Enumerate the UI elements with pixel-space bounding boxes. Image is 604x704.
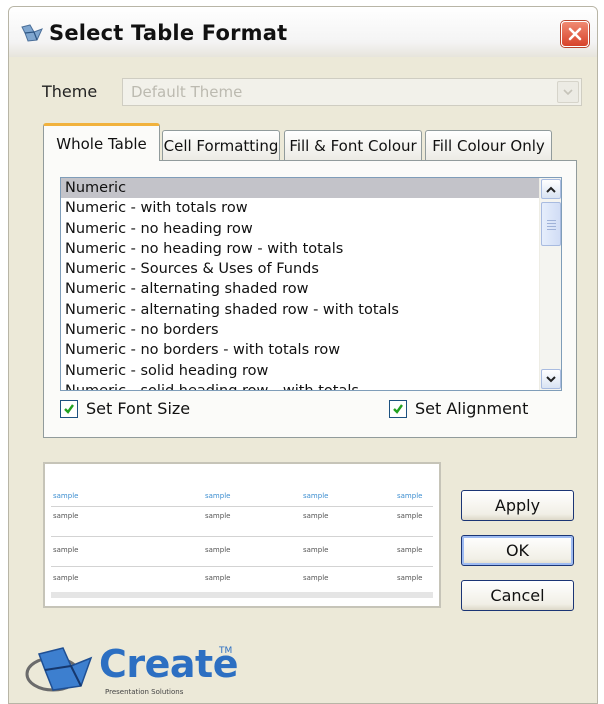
ok-button[interactable]: OK [461,535,574,566]
list-item[interactable]: Numeric - solid heading row [61,361,539,381]
set-alignment-label: Set Alignment [415,399,529,418]
preview-cell: sample [397,546,423,554]
preview-cell: sample [205,574,231,582]
scroll-down-icon[interactable] [541,369,561,389]
format-listbox[interactable]: Numeric Numeric - with totals row Numeri… [60,177,562,391]
tab-panel-whole-table: Numeric Numeric - with totals row Numeri… [43,160,577,438]
dropdown-arrow-icon[interactable] [557,81,579,103]
theme-label: Theme [42,82,98,101]
checkmark-icon [393,403,403,414]
preview-cell: sample [303,574,329,582]
create-logo: Create TM Presentation Solutions [23,640,243,700]
dialog-window: Select Table Format Theme Default Theme … [8,6,598,704]
list-item[interactable]: Numeric - no heading row [61,219,539,239]
set-alignment-option[interactable]: Set Alignment [389,399,528,418]
theme-dropdown[interactable]: Default Theme [122,78,582,106]
cancel-button[interactable]: Cancel [461,580,574,611]
preview-row: sample sample sample sample [45,544,439,558]
preview-header-cell: sample [205,492,231,500]
title-bar[interactable]: Select Table Format [9,7,597,57]
preview-cell: sample [53,546,79,554]
list-item[interactable]: Numeric - no borders [61,320,539,340]
close-button[interactable] [561,21,589,47]
preview-cell: sample [397,512,423,520]
close-icon [568,27,582,41]
preview-cell: sample [303,512,329,520]
list-item[interactable]: Numeric - Sources & Uses of Funds [61,259,539,279]
apply-button[interactable]: Apply [461,490,574,521]
tab-cell-formatting[interactable]: Cell Formatting [162,130,280,160]
preview-cell: sample [205,512,231,520]
list-scrollbar[interactable] [539,178,561,390]
set-alignment-checkbox[interactable] [389,399,407,418]
preview-header-row: sample sample sample sample [45,490,439,504]
preview-row: sample sample sample sample [45,572,439,586]
tab-fill-font-colour[interactable]: Fill & Font Colour [284,130,422,160]
checkmark-icon [64,403,74,414]
set-font-size-label: Set Font Size [86,399,191,418]
preview-header-cell: sample [303,492,329,500]
list-item[interactable]: Numeric - with totals row [61,198,539,218]
list-item[interactable]: Numeric - alternating shaded row [61,279,539,299]
set-font-size-checkbox[interactable] [60,399,78,418]
scrollbar-thumb[interactable] [541,202,561,246]
table-preview: sample sample sample sample sample sampl… [43,462,441,608]
list-item[interactable]: Numeric [61,178,539,199]
scroll-up-icon[interactable] [541,179,561,199]
preview-cell: sample [397,574,423,582]
app-icon [21,24,43,42]
create-logo-icon [25,647,93,692]
list-item[interactable]: Numeric - no borders - with totals row [61,340,539,360]
list-item[interactable]: Numeric - no heading row - with totals [61,239,539,259]
preview-header-cell: sample [397,492,423,500]
tab-fill-colour-only[interactable]: Fill Colour Only [425,130,552,160]
logo-subtitle: Presentation Solutions [105,688,184,696]
preview-header-cell: sample [53,492,79,500]
logo-wordmark: Create [99,642,238,686]
preview-row: sample sample sample sample [45,510,439,524]
theme-dropdown-value: Default Theme [131,83,243,101]
set-font-size-option[interactable]: Set Font Size [60,399,190,418]
preview-cell: sample [53,574,79,582]
tab-whole-table[interactable]: Whole Table [43,123,160,161]
list-item[interactable]: Numeric - solid heading row - with total… [61,381,539,390]
preview-cell: sample [303,546,329,554]
format-list-items: Numeric Numeric - with totals row Numeri… [61,178,539,390]
window-title: Select Table Format [49,21,288,45]
list-item[interactable]: Numeric - alternating shaded row - with … [61,300,539,320]
preview-cell: sample [205,546,231,554]
preview-cell: sample [53,512,79,520]
logo-trademark: TM [219,646,233,656]
